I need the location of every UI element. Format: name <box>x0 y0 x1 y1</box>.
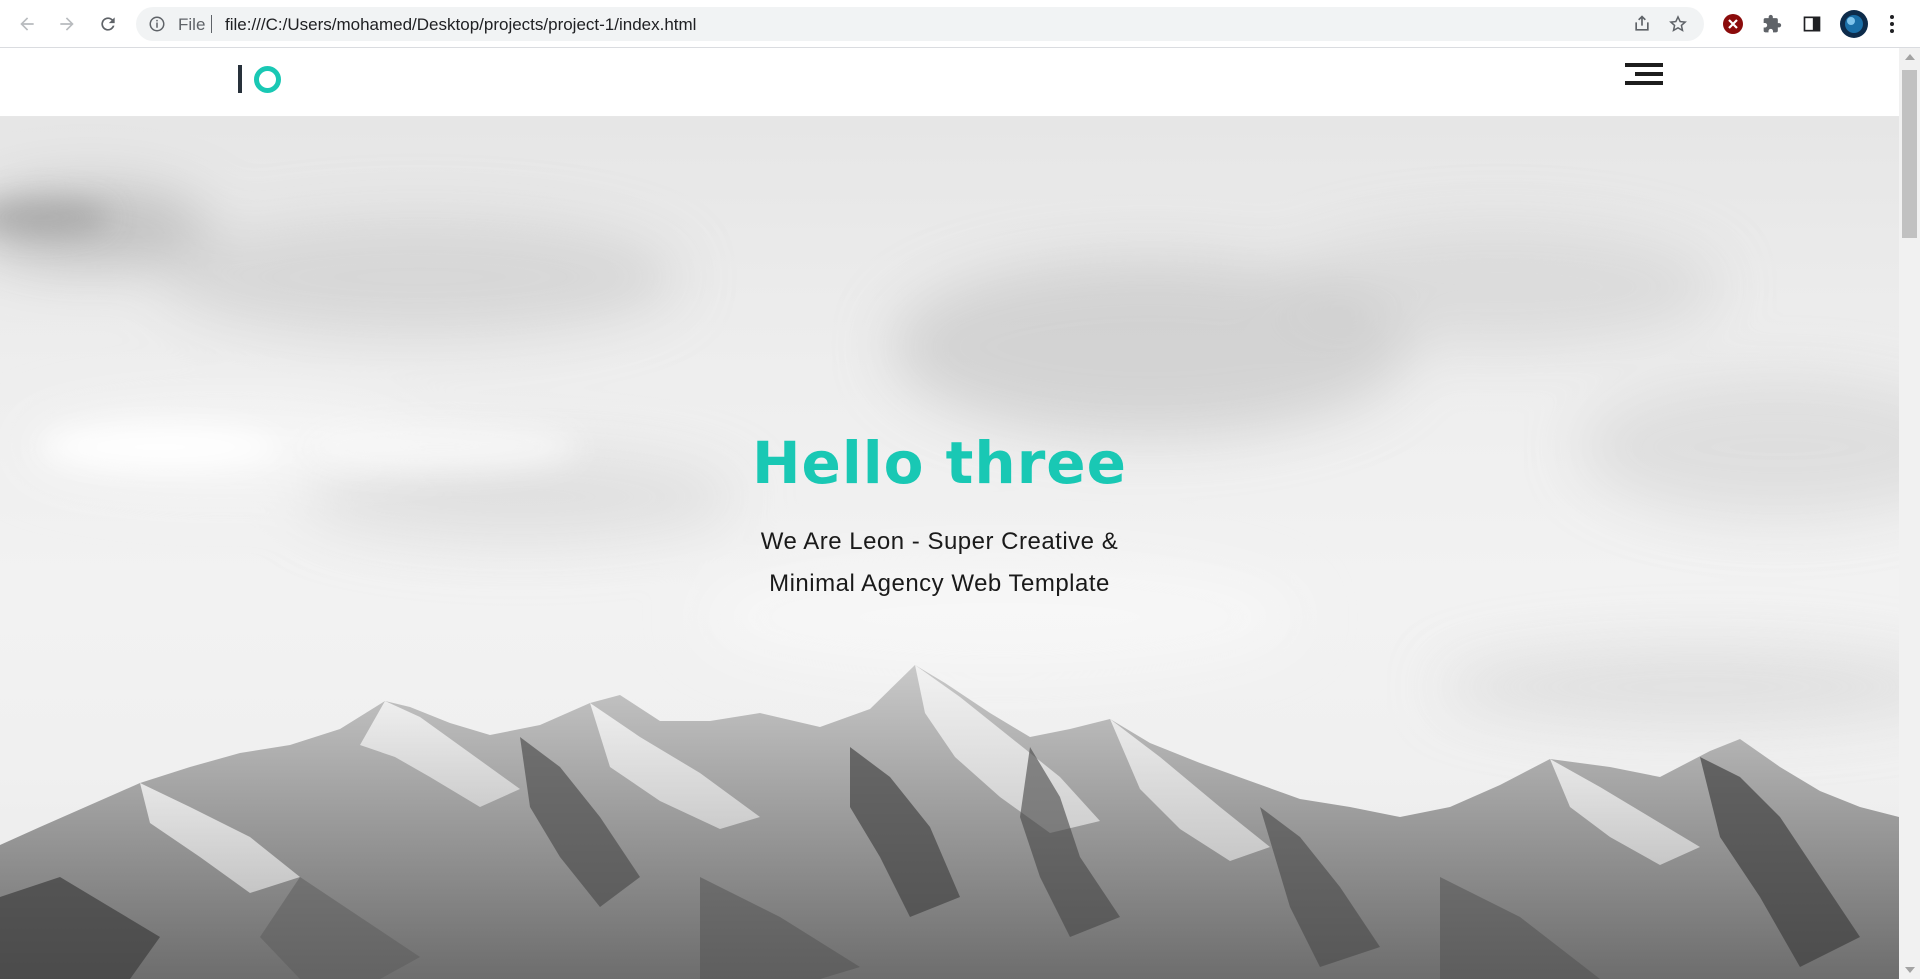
logo-bar <box>238 65 242 93</box>
kebab-menu-icon[interactable] <box>1880 12 1904 36</box>
puzzle-icon[interactable] <box>1760 12 1784 36</box>
logo-ring <box>254 65 281 93</box>
reload-icon[interactable] <box>93 9 123 39</box>
bookmark-star-icon[interactable] <box>1668 14 1688 34</box>
address-bar[interactable]: File file:///C:/Users/mohamed/Desktop/pr… <box>136 7 1704 41</box>
hero-subtitle: We Are Leon - Super Creative & Minimal A… <box>0 521 1879 605</box>
share-icon[interactable] <box>1632 14 1652 34</box>
hero-subtitle-line-2: Minimal Agency Web Template <box>769 570 1110 597</box>
scroll-down-arrow-icon[interactable] <box>1905 967 1915 973</box>
io-logo[interactable] <box>238 62 281 96</box>
back-icon[interactable] <box>12 9 42 39</box>
scroll-up-arrow-icon[interactable] <box>1905 54 1915 60</box>
forward-icon[interactable] <box>52 9 82 39</box>
url-text[interactable]: file:///C:/Users/mohamed/Desktop/project… <box>225 15 696 35</box>
info-icon[interactable] <box>148 15 166 33</box>
menu-line <box>1625 81 1663 85</box>
scheme-label: File <box>178 15 206 34</box>
scrollbar-thumb[interactable] <box>1902 70 1917 238</box>
hamburger-menu-icon[interactable] <box>1625 63 1663 93</box>
hero-content: Hello three We Are Leon - Super Creative… <box>0 429 1879 605</box>
profile-avatar[interactable] <box>1840 10 1868 38</box>
extension-x-icon[interactable] <box>1721 12 1745 36</box>
menu-line <box>1625 63 1663 67</box>
hero-section: Hello three We Are Leon - Super Creative… <box>0 117 1899 979</box>
page-scrollbar[interactable] <box>1899 48 1920 979</box>
site-header <box>0 48 1899 117</box>
page-viewport: Hello three We Are Leon - Super Creative… <box>0 48 1899 979</box>
hero-subtitle-line-1: We Are Leon - Super Creative & <box>760 528 1119 555</box>
hero-title: Hello three <box>752 429 1127 497</box>
side-panel-icon[interactable] <box>1800 12 1824 36</box>
scheme-divider <box>211 15 212 33</box>
menu-line <box>1635 72 1663 76</box>
browser-toolbar: File file:///C:/Users/mohamed/Desktop/pr… <box>0 0 1920 48</box>
